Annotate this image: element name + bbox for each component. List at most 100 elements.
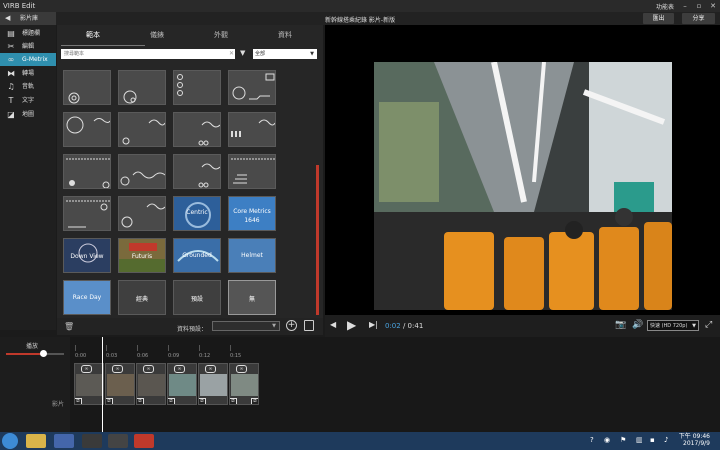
transition-marker-icon[interactable]: ⧄ bbox=[251, 398, 258, 404]
template-tile-none[interactable]: 無 bbox=[228, 280, 276, 315]
template-tile[interactable] bbox=[118, 112, 166, 147]
clear-search-icon[interactable]: ✕ bbox=[229, 50, 234, 57]
video-frame[interactable] bbox=[374, 62, 672, 310]
speed-slider-handle[interactable] bbox=[40, 350, 47, 357]
chrome-icon[interactable] bbox=[82, 434, 102, 448]
template-tile-race-day[interactable]: Race Day bbox=[63, 280, 111, 315]
sidebar-item-transition[interactable]: ⧓ 轉場 bbox=[0, 67, 56, 80]
tab-data[interactable]: 資料 bbox=[253, 25, 317, 46]
timeline-ruler[interactable]: 0:00 0:03 0:06 0:09 0:12 0:15 bbox=[70, 343, 720, 361]
template-tile[interactable] bbox=[118, 196, 166, 231]
video-clip[interactable]: ∞ ⧄ bbox=[167, 363, 197, 405]
playhead[interactable] bbox=[102, 337, 103, 432]
flag-icon[interactable]: ⚑ bbox=[620, 436, 626, 444]
quality-select[interactable]: 快速 (HD 720p) ▼ bbox=[647, 320, 699, 331]
transition-marker-icon[interactable]: ⧄ bbox=[199, 398, 206, 404]
menu-button[interactable]: 功能表 bbox=[656, 2, 674, 11]
play-button[interactable]: ▶ bbox=[347, 318, 356, 332]
transition-marker-icon[interactable]: ⧄ bbox=[230, 398, 237, 404]
system-clock[interactable]: 下午 09:46 2017/9/9 bbox=[679, 433, 710, 447]
library-tab[interactable]: ◀ 影片庫 bbox=[0, 12, 56, 25]
category-dropdown-value: 全部 bbox=[255, 51, 266, 57]
camera-icon[interactable]: 📷 bbox=[615, 320, 626, 330]
app-launcher-icon[interactable] bbox=[108, 434, 128, 448]
template-tile[interactable] bbox=[63, 70, 111, 105]
tab-appearance[interactable]: 外觀 bbox=[189, 25, 253, 46]
sidebar-item-audio[interactable]: ♫ 音軌 bbox=[0, 80, 56, 93]
template-tile-label: 預設 bbox=[190, 296, 203, 303]
template-tile-core-metrics[interactable]: Core Metrics 1646 bbox=[228, 196, 276, 231]
template-tile[interactable] bbox=[118, 70, 166, 105]
transition-marker-icon[interactable]: ⧄ bbox=[168, 398, 175, 404]
minimize-button[interactable]: – bbox=[680, 1, 690, 11]
template-tile[interactable] bbox=[63, 112, 111, 147]
tick-label: 0:06 bbox=[137, 353, 149, 359]
template-tile[interactable] bbox=[173, 154, 221, 189]
close-button[interactable]: ✕ bbox=[708, 1, 718, 11]
tab-gauges[interactable]: 儀錶 bbox=[125, 25, 189, 46]
template-tile-centric[interactable]: Centric bbox=[173, 196, 221, 231]
next-frame-button[interactable]: ▶| bbox=[369, 320, 378, 329]
category-dropdown[interactable]: 全部 ▼ bbox=[253, 49, 317, 59]
sidebar-item-text[interactable]: T 文字 bbox=[0, 94, 56, 107]
template-tile-futuris[interactable]: Futuris bbox=[118, 238, 166, 273]
speedometer-icon bbox=[123, 90, 137, 104]
trash-icon[interactable]: 🗑 bbox=[64, 322, 74, 331]
template-tile-classic[interactable]: 經典 bbox=[118, 280, 166, 315]
speaker-icon[interactable]: ♪ bbox=[664, 436, 668, 444]
antivirus-icon[interactable]: ▪ bbox=[650, 436, 655, 444]
video-clip[interactable]: ∞ ⧄ ⧄ bbox=[229, 363, 259, 405]
gauge-graph-icon bbox=[232, 73, 275, 100]
template-tile[interactable] bbox=[228, 112, 276, 147]
file-explorer-icon[interactable] bbox=[26, 434, 46, 448]
speedometer-icon bbox=[68, 92, 80, 104]
elevation-icon bbox=[231, 119, 275, 137]
sidebar-item-edit[interactable]: ✂ 編輯 bbox=[0, 40, 56, 53]
template-tile-label: Helmet bbox=[241, 252, 263, 259]
media-player-icon[interactable] bbox=[54, 434, 74, 448]
transition-marker-icon[interactable]: ⧄ bbox=[106, 398, 113, 404]
template-tile[interactable] bbox=[228, 154, 276, 189]
template-tile[interactable] bbox=[63, 154, 111, 189]
maximize-button[interactable]: ▫ bbox=[694, 1, 704, 11]
sidebar-item-map[interactable]: ◪ 地圖 bbox=[0, 108, 56, 121]
export-button[interactable]: 匯出 bbox=[643, 13, 674, 24]
network-icon[interactable]: ▥ bbox=[636, 436, 643, 444]
sidebar-item-titles[interactable]: ▤ 標題欄 bbox=[0, 27, 56, 40]
save-preset-icon[interactable] bbox=[304, 320, 314, 331]
template-search-input[interactable] bbox=[61, 49, 235, 59]
cycling-icon bbox=[66, 158, 110, 188]
filter-icon: ▼ bbox=[240, 49, 246, 57]
template-tile-helmet[interactable]: Helmet bbox=[228, 238, 276, 273]
tray-app-icon[interactable]: ◉ bbox=[604, 436, 610, 444]
virb-edit-taskbar-icon[interactable] bbox=[134, 434, 154, 448]
sidebar-item-gmetrix[interactable]: ∞ G-Metrix bbox=[0, 53, 56, 66]
video-clip[interactable]: ∞ ⧄ bbox=[136, 363, 166, 405]
template-tile[interactable] bbox=[173, 112, 221, 147]
transition-marker-icon[interactable]: ⧄ bbox=[75, 398, 82, 404]
share-button[interactable]: 分享 bbox=[682, 13, 715, 24]
fullscreen-icon[interactable]: ⤢ bbox=[705, 320, 712, 330]
template-tile-grounded[interactable]: Grounded bbox=[173, 238, 221, 273]
previous-frame-button[interactable]: ◀ bbox=[330, 320, 336, 329]
template-tile[interactable] bbox=[63, 196, 111, 231]
template-tile-default[interactable]: 預設 bbox=[173, 280, 221, 315]
gmetrix-badge-icon: ∞ bbox=[81, 365, 92, 373]
video-clip[interactable]: ∞ ⧄ bbox=[198, 363, 228, 405]
transition-marker-icon[interactable]: ⧄ bbox=[137, 398, 144, 404]
start-button-icon[interactable] bbox=[2, 433, 18, 449]
video-clip[interactable]: ∞ ⧄ bbox=[105, 363, 135, 405]
panel-scrollbar[interactable] bbox=[316, 165, 319, 315]
tab-templates[interactable]: 範本 bbox=[61, 25, 125, 46]
help-icon[interactable]: ? bbox=[590, 436, 594, 444]
add-preset-button[interactable]: + bbox=[286, 320, 297, 331]
tick-mark bbox=[230, 345, 231, 351]
os-taskbar: ? ◉ ⚑ ▥ ▪ ♪ 下午 09:46 2017/9/9 bbox=[0, 432, 720, 450]
template-tile[interactable] bbox=[118, 154, 166, 189]
template-tile[interactable] bbox=[173, 70, 221, 105]
data-preset-select[interactable]: ▼ bbox=[212, 321, 280, 331]
video-clip[interactable]: ∞ ⧄ bbox=[74, 363, 104, 405]
volume-icon[interactable]: 🔊 bbox=[632, 320, 643, 330]
template-tile[interactable] bbox=[228, 70, 276, 105]
template-tile-down-view[interactable]: Down View bbox=[63, 238, 111, 273]
